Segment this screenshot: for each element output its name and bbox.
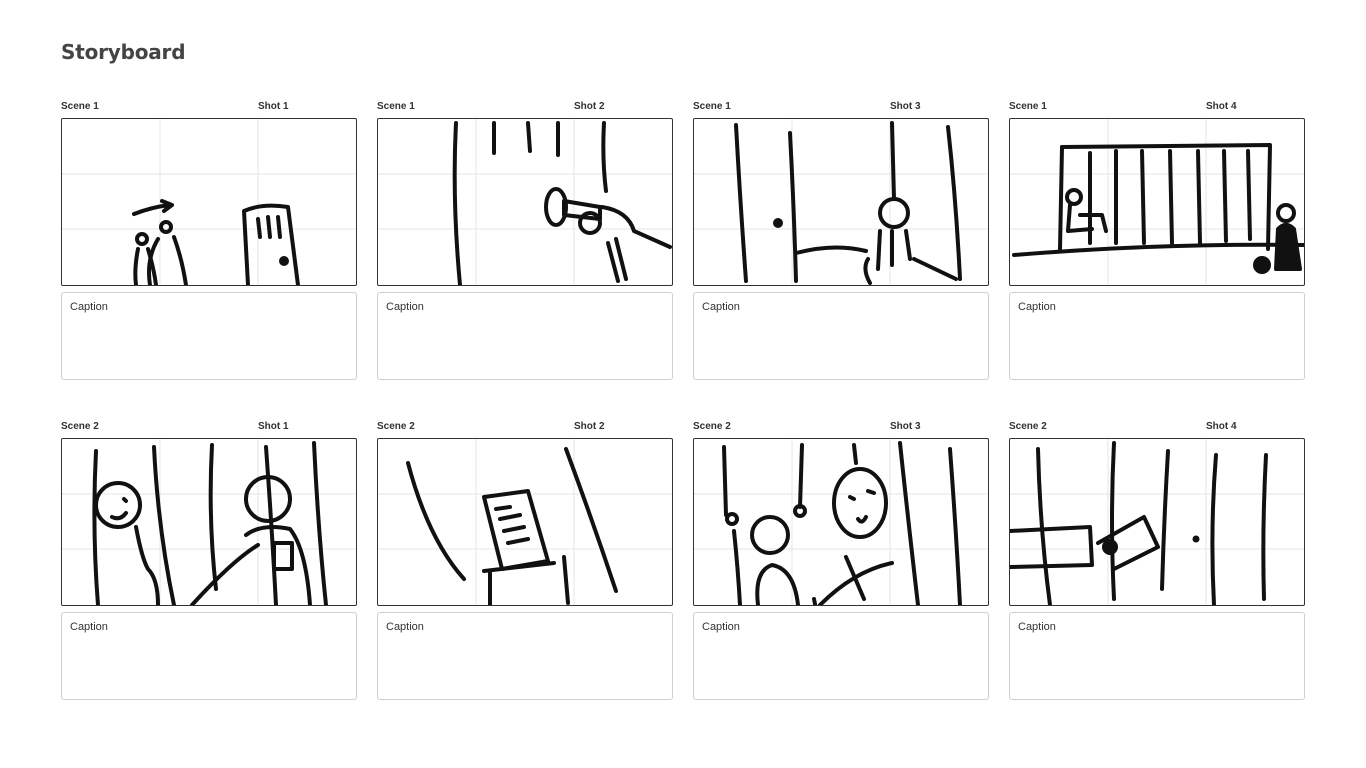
shot-label: Shot 4 (1206, 421, 1237, 432)
scene-label: Scene 2 (1009, 421, 1047, 432)
shot-header: Scene 2 Shot 4 (1009, 418, 1305, 438)
scene-label: Scene 1 (61, 101, 99, 112)
scene-label: Scene 2 (377, 421, 415, 432)
sketch-drawing (92, 441, 328, 605)
shot-card[interactable]: Scene 2 Shot 3 Caption (693, 418, 989, 700)
shot-label: Shot 2 (574, 421, 605, 432)
shot-label: Shot 2 (574, 101, 605, 112)
shot-label: Shot 1 (258, 101, 289, 112)
sketch-drawing (132, 199, 300, 285)
scene-label: Scene 1 (1009, 101, 1047, 112)
shot-card[interactable]: Scene 1 Shot 3 Caption (693, 98, 989, 380)
storyboard-grid: Scene 1 Shot 1 Caption Scene 1 Shot 2 Ca… (61, 98, 1305, 700)
caption-box[interactable]: Caption (693, 612, 989, 700)
caption-box[interactable]: Caption (61, 292, 357, 380)
caption-box[interactable]: Caption (1009, 292, 1305, 380)
caption-box[interactable]: Caption (693, 292, 989, 380)
sketch-drawing (406, 447, 618, 605)
scene-label: Scene 2 (693, 421, 731, 432)
shot-label: Shot 3 (890, 101, 921, 112)
scene-label: Scene 1 (377, 101, 415, 112)
shot-frame[interactable] (693, 438, 989, 606)
sketch-drawing (722, 441, 962, 605)
shot-frame[interactable] (1009, 438, 1305, 606)
caption-label: Caption (386, 621, 424, 633)
sketch-drawing (734, 121, 962, 285)
shot-card[interactable]: Scene 2 Shot 1 Caption (61, 418, 357, 700)
shot-frame[interactable] (61, 438, 357, 606)
scene-label: Scene 1 (693, 101, 731, 112)
shot-card[interactable]: Scene 2 Shot 4 Caption (1009, 418, 1305, 700)
caption-label: Caption (1018, 301, 1056, 313)
shot-frame[interactable] (693, 118, 989, 286)
caption-label: Caption (702, 621, 740, 633)
caption-label: Caption (702, 301, 740, 313)
shot-label: Shot 3 (890, 421, 921, 432)
shot-header: Scene 1 Shot 2 (377, 98, 673, 118)
shot-card[interactable]: Scene 2 Shot 2 Caption (377, 418, 673, 700)
scene-label: Scene 2 (61, 421, 99, 432)
caption-label: Caption (386, 301, 424, 313)
sketch-drawing (452, 121, 672, 285)
shot-label: Shot 1 (258, 421, 289, 432)
shot-frame[interactable] (61, 118, 357, 286)
shot-frame[interactable] (377, 118, 673, 286)
caption-box[interactable]: Caption (1009, 612, 1305, 700)
shot-label: Shot 4 (1206, 101, 1237, 112)
shot-frame[interactable] (377, 438, 673, 606)
shot-frame[interactable] (1009, 118, 1305, 286)
shot-header: Scene 2 Shot 3 (693, 418, 989, 438)
caption-box[interactable]: Caption (377, 292, 673, 380)
caption-box[interactable]: Caption (377, 612, 673, 700)
sketch-drawing (1012, 143, 1304, 274)
caption-label: Caption (70, 301, 108, 313)
shot-card[interactable]: Scene 1 Shot 1 Caption (61, 98, 357, 380)
shot-header: Scene 2 Shot 2 (377, 418, 673, 438)
caption-box[interactable]: Caption (61, 612, 357, 700)
page-title: Storyboard (61, 40, 186, 64)
caption-label: Caption (1018, 621, 1056, 633)
shot-header: Scene 1 Shot 4 (1009, 98, 1305, 118)
shot-header: Scene 2 Shot 1 (61, 418, 357, 438)
shot-card[interactable]: Scene 1 Shot 4 Caption (1009, 98, 1305, 380)
shot-header: Scene 1 Shot 1 (61, 98, 357, 118)
shot-card[interactable]: Scene 1 Shot 2 Caption (377, 98, 673, 380)
sketch-drawing (1010, 441, 1268, 605)
caption-label: Caption (70, 621, 108, 633)
shot-header: Scene 1 Shot 3 (693, 98, 989, 118)
